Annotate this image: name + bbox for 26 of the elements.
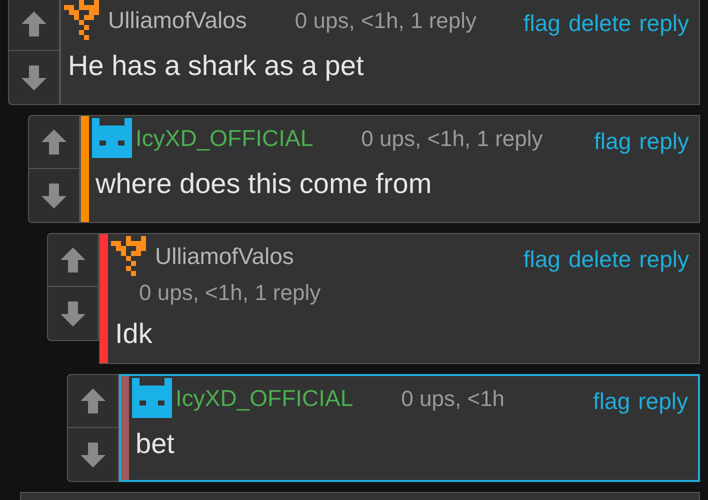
action-link[interactable]: reply (639, 6, 689, 40)
comment-text: Idk (114, 317, 154, 351)
upvote-icon (19, 9, 49, 39)
username-link[interactable]: IcyXD_OFFICIAL (136, 120, 314, 156)
comment-meta: 0 ups, <1h, 1 reply (138, 279, 321, 307)
action-link[interactable]: reply (638, 384, 688, 418)
username-link[interactable]: UlliamofValos (108, 2, 247, 38)
action-link[interactable]: flag (594, 124, 632, 158)
comment-text: He has a shark as a pet (67, 48, 365, 83)
username-link[interactable]: IcyXD_OFFICIAL (176, 380, 354, 416)
action-link[interactable]: flag (523, 242, 560, 276)
action-link[interactable]: delete (568, 242, 632, 276)
username-link[interactable]: UlliamofValos (155, 238, 294, 274)
downvote-icon (58, 298, 88, 328)
upvote-icon (58, 245, 88, 275)
action-link[interactable]: reply (639, 124, 689, 158)
comment-text: where does this come from (94, 166, 433, 200)
downvote-icon (19, 62, 49, 92)
comment-meta: 0 ups, <1h, 1 reply (360, 124, 543, 153)
comment-meta: 0 ups, <1h (400, 384, 505, 413)
action-link[interactable]: flag (523, 6, 560, 40)
action-link[interactable]: flag (593, 384, 630, 418)
action-link[interactable]: delete (568, 6, 632, 40)
comment-text: bet (134, 426, 176, 460)
comment-meta: 0 ups, <1h, 1 reply (294, 6, 477, 35)
action-link[interactable]: reply (639, 242, 689, 276)
